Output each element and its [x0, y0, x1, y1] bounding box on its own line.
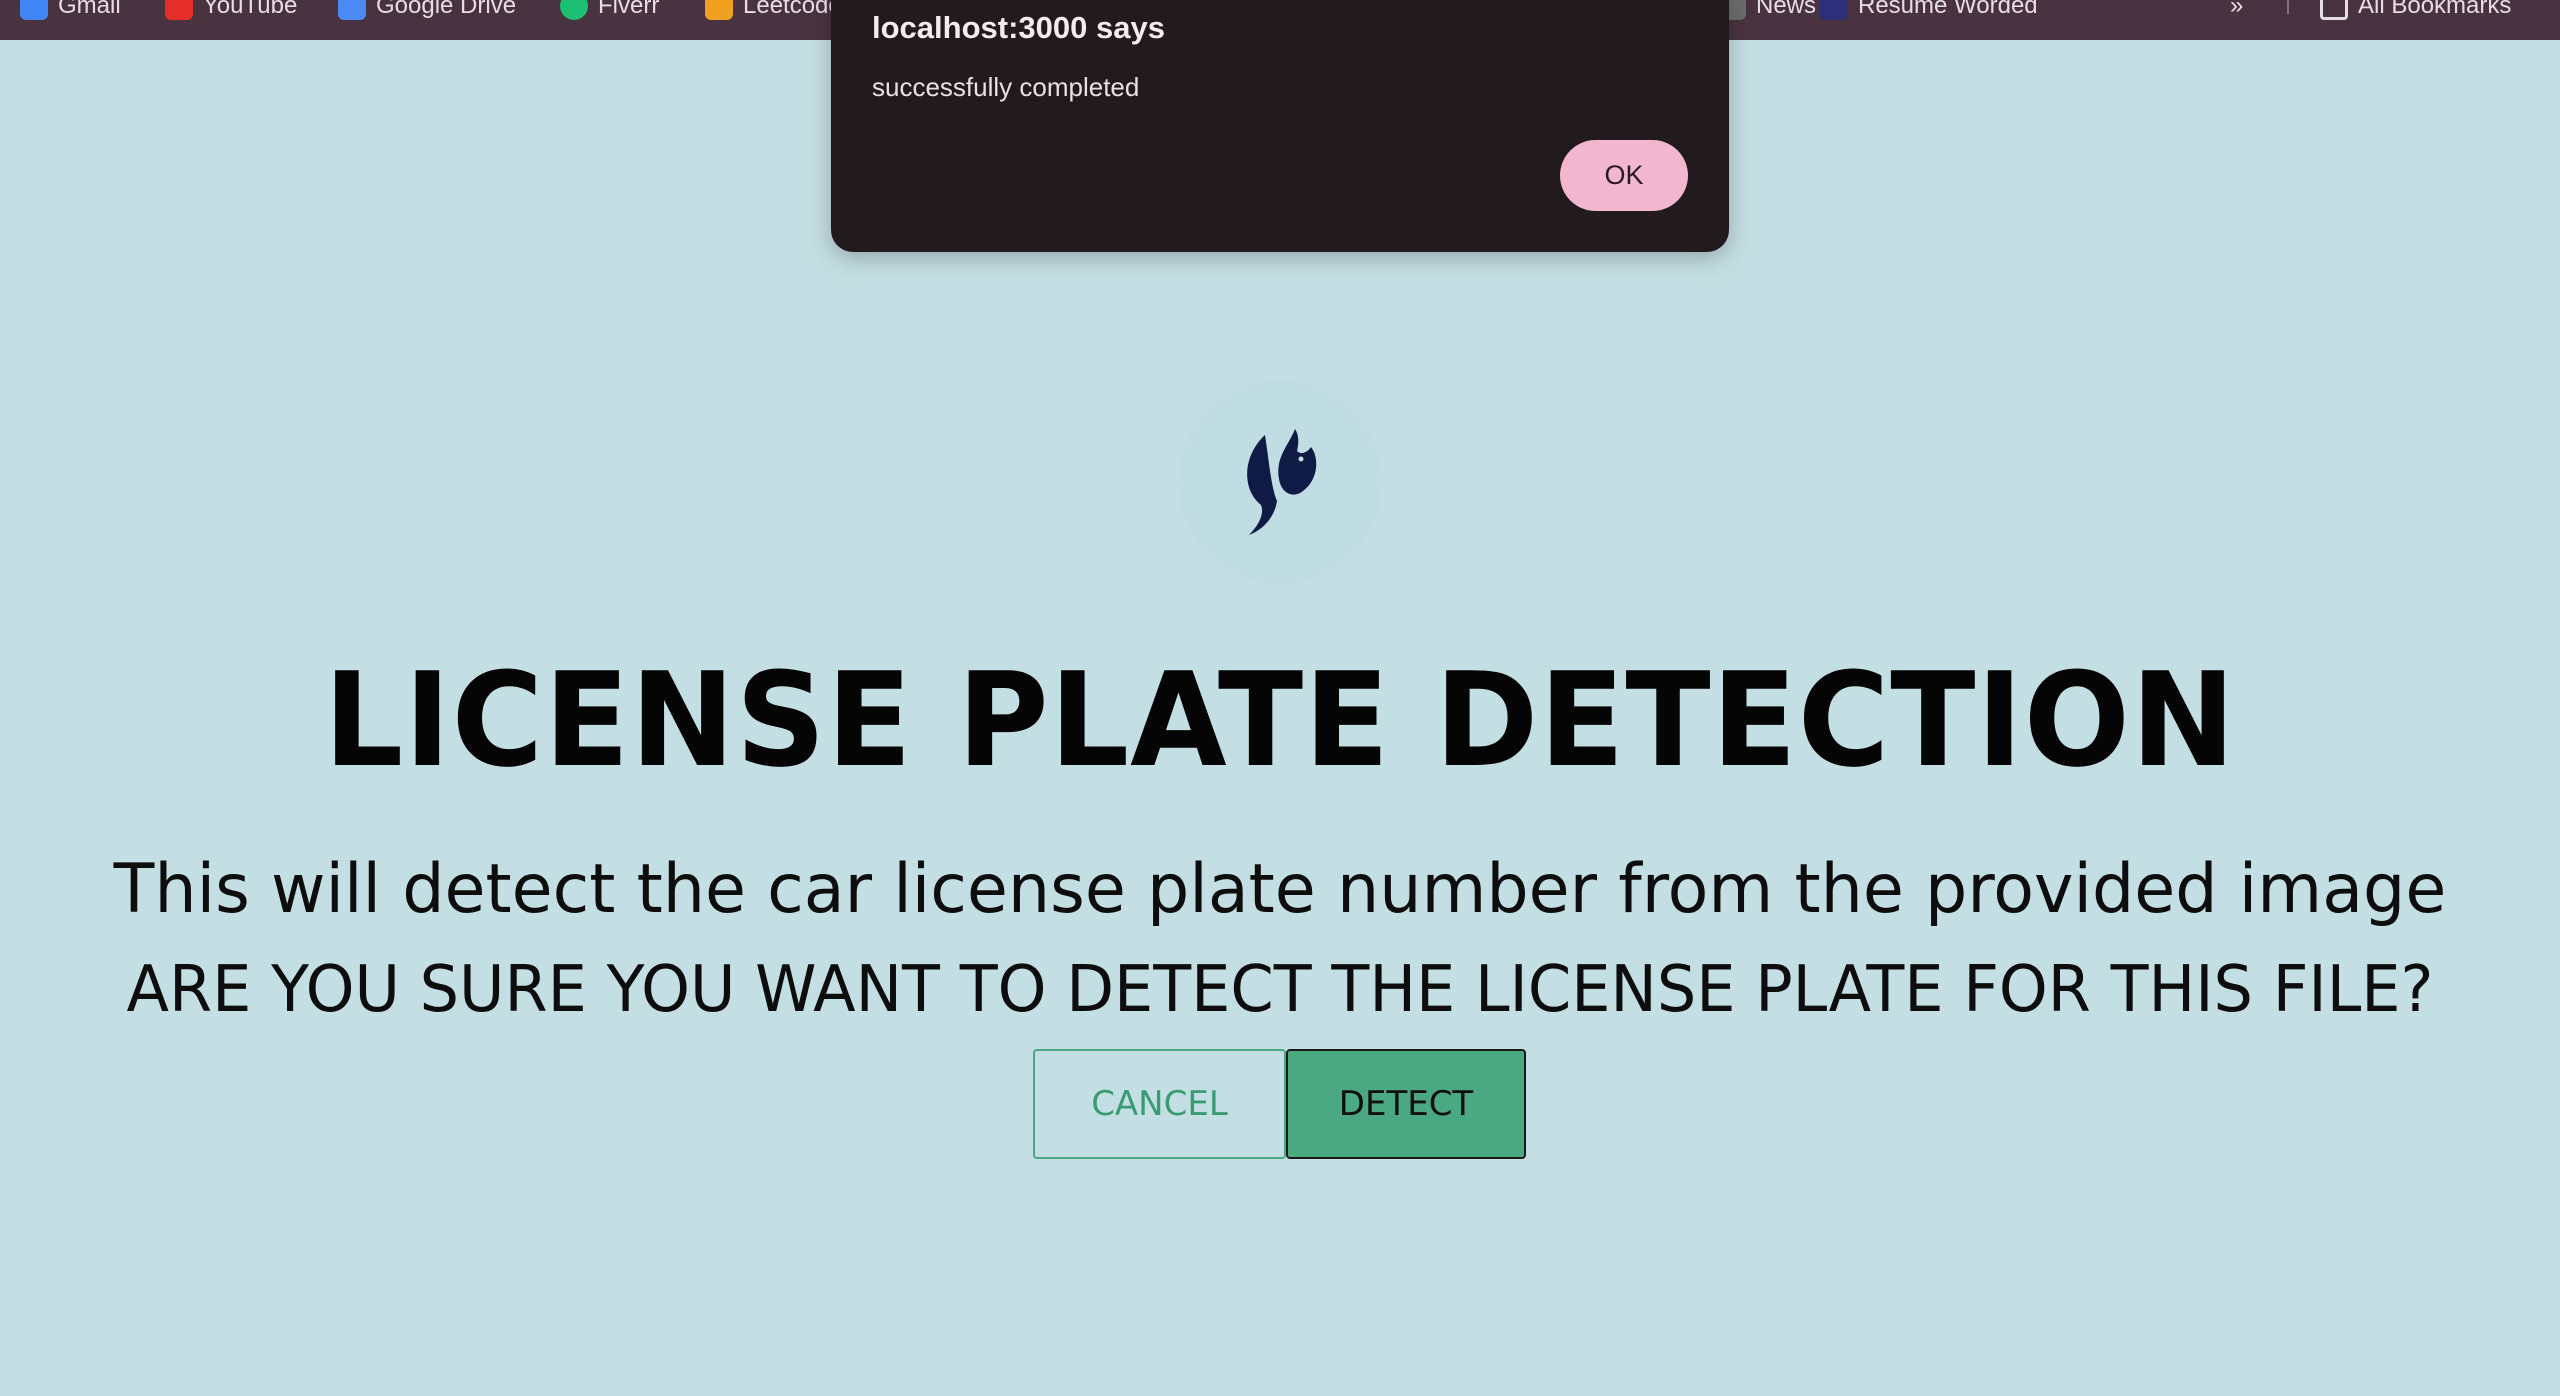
dialog-title: localhost:3000 says	[872, 10, 1165, 45]
logo	[1178, 380, 1382, 584]
all-bookmarks-label: All Bookmarks	[2358, 0, 2512, 19]
page-subtitle: This will detect the car license plate n…	[113, 850, 2447, 929]
youtube-icon	[165, 0, 193, 20]
bookmark-label: Leetcode	[743, 0, 842, 19]
bird-logo-icon	[1247, 429, 1317, 535]
bookmark-gmail[interactable]: Gmail	[20, 0, 121, 26]
gmail-icon	[20, 0, 48, 20]
bookmark-label: YouTube	[203, 0, 298, 19]
bookmark-resume-worded[interactable]: Resume Worded	[1820, 0, 2038, 26]
bookmark-label: Fiverr	[598, 0, 660, 19]
action-buttons: CANCEL DETECT	[1033, 1049, 1526, 1159]
resume-worded-icon	[1820, 0, 1848, 20]
page-title: LICENSE PLATE DETECTION	[323, 644, 2237, 796]
confirm-question: ARE YOU SURE YOU WANT TO DETECT THE LICE…	[126, 953, 2434, 1027]
fiverr-icon	[560, 0, 588, 20]
all-bookmarks-button[interactable]: All Bookmarks	[2320, 0, 2511, 26]
cancel-button[interactable]: CANCEL	[1033, 1049, 1286, 1159]
bookmark-label: Resume Worded	[1858, 0, 2038, 19]
folder-icon	[2320, 0, 2348, 20]
dialog-message: successfully completed	[872, 72, 1140, 102]
bookmark-google-drive[interactable]: Google Drive	[338, 0, 516, 26]
bookmarks-overflow-button[interactable]: »	[2230, 0, 2243, 26]
bookmark-news[interactable]: News	[1718, 0, 1816, 26]
chevron-double-right-icon: »	[2230, 0, 2244, 19]
ok-button[interactable]: OK	[1560, 140, 1688, 211]
leetcode-icon	[705, 0, 733, 20]
google-drive-icon	[338, 0, 366, 20]
bookmark-leetcode[interactable]: Leetcode	[705, 0, 842, 26]
bookmarks-divider	[2287, 0, 2289, 14]
bookmark-youtube[interactable]: YouTube	[165, 0, 297, 26]
detect-button[interactable]: DETECT	[1286, 1049, 1526, 1159]
bookmark-label: News	[1756, 0, 1817, 19]
bookmark-label: Gmail	[58, 0, 121, 19]
bookmark-label: Google Drive	[376, 0, 517, 19]
alert-dialog: localhost:3000 says successfully complet…	[831, 0, 1729, 252]
bookmark-fiverr[interactable]: Fiverr	[560, 0, 659, 26]
